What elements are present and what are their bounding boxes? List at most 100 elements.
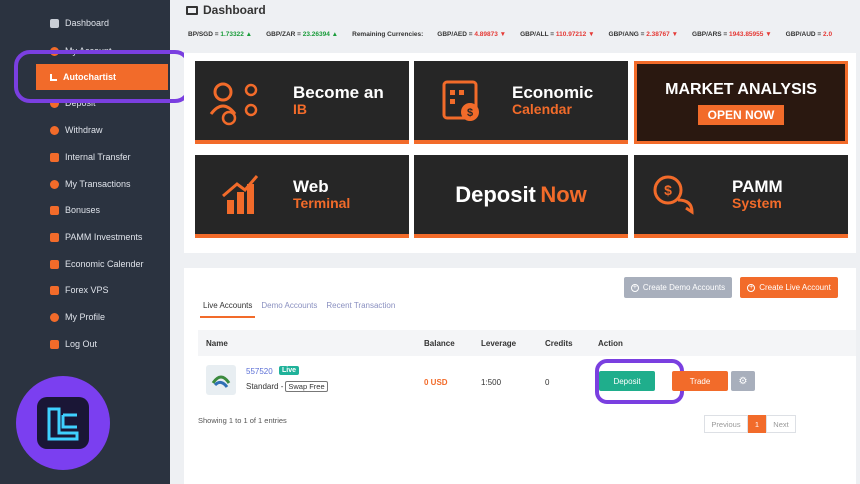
money-chat-icon: $ — [646, 170, 708, 220]
monitor-icon — [186, 5, 198, 15]
tab-recent-transaction[interactable]: Recent Transaction — [323, 298, 398, 318]
bar-chart-icon — [207, 170, 269, 220]
ticker-item: GBP/AUD = 2.0 — [785, 30, 833, 38]
account-type-label: Standard - — [246, 382, 284, 391]
banner-market-title: MARKET ANALYSIS — [665, 80, 817, 98]
account-type: Standard - Swap Free — [246, 381, 328, 392]
sidebar-item-bonuses[interactable]: Bonuses — [36, 199, 168, 221]
sidebar-item-label: Dashboard — [65, 18, 110, 28]
column-action: Action — [598, 339, 623, 348]
gift-icon — [50, 205, 59, 215]
trade-button[interactable]: Trade — [672, 371, 728, 391]
swap-free-badge: Swap Free — [285, 381, 328, 392]
banner-calendar-line2: Calendar — [512, 101, 572, 118]
pagination-page-1[interactable]: 1 — [748, 415, 766, 433]
promo-banners: Become an IB $ Economic Calendar MARKET AN… — [184, 53, 856, 253]
banner-ib-line1: Become an — [293, 83, 384, 103]
ticker-item: Remaining Currencies: — [352, 30, 424, 38]
create-live-label: Create Live Account — [759, 283, 831, 292]
banner-market-analysis[interactable]: MARKET ANALYSIS OPEN NOW — [634, 61, 848, 144]
tab-demo-accounts[interactable]: Demo Accounts — [258, 298, 320, 318]
account-number[interactable]: 557520 — [246, 367, 273, 376]
plus-icon: + — [747, 283, 756, 292]
entries-info: Showing 1 to 1 of 1 entries — [198, 416, 287, 425]
column-name: Name — [206, 339, 228, 348]
sidebar-item-my-profile[interactable]: My Profile — [36, 306, 168, 328]
sidebar-item-economic-calender[interactable]: Economic Calender — [36, 253, 168, 275]
pamm-icon — [50, 232, 59, 242]
svg-text:$: $ — [664, 182, 672, 198]
column-leverage: Leverage — [481, 339, 517, 348]
accounts-panel: + Create Demo Accounts + Create Live Accou… — [184, 268, 856, 484]
sidebar-item-pamm[interactable]: PAMM Investments — [36, 226, 168, 248]
sidebar-item-label: My Profile — [65, 312, 106, 322]
create-live-account-button[interactable]: + Create Live Account — [740, 277, 838, 298]
calendar-icon: $ — [426, 76, 488, 126]
banner-deposit-word2: Now — [540, 181, 587, 207]
page-title-text: Dashboard — [203, 3, 266, 17]
account-tabs: Live Accounts Demo Accounts Recent Trans… — [200, 298, 401, 318]
main-content: Dashboard BP/SGD = 1.73322 ▲ GBP/ZAR = 2… — [170, 0, 860, 484]
banner-economic-calendar[interactable]: $ Economic Calendar — [414, 61, 628, 144]
banner-ib-line2: IB — [293, 101, 307, 118]
tab-live-accounts[interactable]: Live Accounts — [200, 298, 256, 318]
settings-button[interactable]: ⚙ — [731, 371, 755, 391]
profile-icon — [50, 312, 59, 322]
account-leverage: 1:500 — [481, 378, 502, 387]
banner-web-terminal[interactable]: Web Terminal — [195, 155, 409, 238]
ticker-item: GBP/ARS = 1943.85955 ▼ — [692, 30, 772, 38]
banner-pamm-line1: PAMM — [732, 177, 783, 197]
pagination-next[interactable]: Next — [766, 415, 796, 433]
svg-text:$: $ — [467, 107, 473, 119]
banner-web-line2: Terminal — [293, 195, 351, 212]
transactions-icon — [50, 179, 59, 189]
sidebar-item-label: Withdraw — [65, 125, 103, 135]
users-icon — [207, 76, 269, 126]
ticker-item: GBP/ANG = 2.38767 ▼ — [608, 30, 679, 38]
monitor-icon — [50, 18, 59, 28]
create-demo-account-button[interactable]: + Create Demo Accounts — [624, 277, 732, 298]
create-demo-label: Create Demo Accounts — [642, 283, 726, 292]
ticker-item: GBP/ZAR = 23.26394 ▲ — [266, 30, 339, 38]
banner-become-ib[interactable]: Become an IB — [195, 61, 409, 144]
ticker-item: GBP/ALL = 110.97212 ▼ — [520, 30, 595, 38]
logout-icon — [50, 339, 59, 349]
gear-icon: ⚙ — [738, 375, 748, 387]
brand-logo-icon — [47, 407, 79, 441]
withdraw-icon — [50, 125, 59, 135]
currency-ticker: BP/SGD = 1.73322 ▲ GBP/ZAR = 23.26394 ▲ … — [188, 26, 860, 42]
banner-web-line1: Web — [293, 177, 329, 197]
table-header: Name Balance Leverage Credits Action — [198, 330, 856, 356]
sidebar-item-my-transactions[interactable]: My Transactions — [36, 173, 168, 195]
banner-deposit-word1: Deposit — [455, 181, 536, 207]
banner-deposit-now[interactable]: Deposit Now — [414, 155, 628, 238]
ticker-item: BP/SGD = 1.73322 ▲ — [188, 30, 253, 38]
banner-calendar-line1: Economic — [512, 83, 594, 103]
pagination-previous[interactable]: Previous — [704, 415, 748, 433]
account-credits: 0 — [545, 378, 550, 387]
sidebar-item-log-out[interactable]: Log Out — [36, 333, 168, 355]
banner-pamm-system[interactable]: $ PAMM System — [634, 155, 848, 238]
table-row: 557520 Live Standard - Swap Free 0 USD 1:… — [198, 356, 856, 406]
sidebar-item-label: Bonuses — [65, 205, 101, 215]
page-title: Dashboard — [186, 3, 266, 17]
transfer-icon — [50, 152, 59, 162]
live-badge: Live — [279, 366, 300, 375]
ticker-item: GBP/AED = 4.89873 ▼ — [437, 30, 507, 38]
column-credits: Credits — [545, 339, 573, 348]
metatrader-icon — [206, 365, 236, 395]
calendar-icon — [50, 259, 59, 269]
sidebar-item-label: PAMM Investments — [65, 232, 143, 242]
tag-icon — [50, 285, 59, 295]
brand-logo — [16, 376, 110, 470]
open-now-button[interactable]: OPEN NOW — [697, 104, 785, 125]
sidebar-item-label: My Transactions — [65, 179, 131, 189]
highlight-ring-deposit — [595, 359, 684, 404]
pagination: Previous 1 Next — [704, 415, 796, 433]
highlight-ring-autochartist — [14, 50, 191, 103]
sidebar-item-withdraw[interactable]: Withdraw — [36, 119, 168, 141]
sidebar-item-forex-vps[interactable]: Forex VPS — [36, 279, 168, 301]
plus-icon: + — [630, 283, 639, 292]
sidebar-item-dashboard[interactable]: Dashboard — [36, 12, 168, 34]
sidebar-item-internal-transfer[interactable]: Internal Transfer — [36, 146, 168, 168]
